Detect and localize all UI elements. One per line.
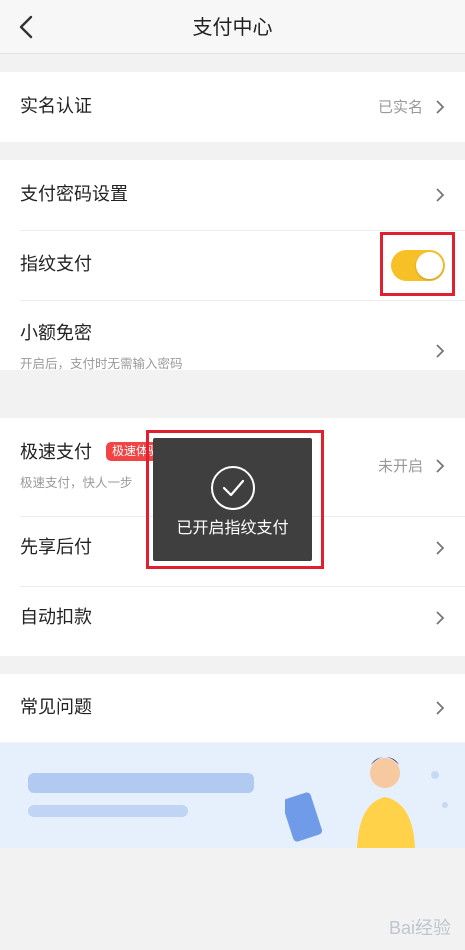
fast-pay-label: 极速支付 (20, 442, 92, 463)
page-title: 支付中心 (192, 15, 273, 39)
navigation-bar: 支付中心 (0, 0, 465, 54)
chevron-right-icon (436, 459, 445, 473)
small-free-description: 开启后，支付时无需输入密码 (20, 356, 183, 371)
enjoy-first-label: 先享后付 (20, 537, 92, 558)
auto-deduct-label: 自动扣款 (20, 607, 92, 628)
realname-label: 实名认证 (20, 96, 92, 117)
realname-row[interactable]: 实名认证 已实名 (0, 72, 465, 142)
watermark: Bai经验 (388, 918, 451, 938)
faq-row[interactable]: 常见问题 (0, 674, 465, 742)
password-setting-row[interactable]: 支付密码设置 (0, 160, 465, 230)
small-free-label: 小额免密 (20, 323, 92, 344)
small-free-row[interactable]: 小额免密 开启后，支付时无需输入密码 (0, 300, 465, 371)
faq-section: 常见问题 (0, 674, 465, 742)
promo-banner[interactable] (0, 743, 465, 848)
banner-title-blur (28, 773, 254, 793)
auto-deduct-row[interactable]: 自动扣款 (0, 586, 465, 656)
chevron-right-icon (436, 701, 445, 715)
banner-subtitle-blur (28, 805, 188, 817)
realname-status: 已实名 (377, 98, 423, 116)
chevron-right-icon (436, 100, 445, 114)
chevron-right-icon (436, 611, 445, 625)
realname-section: 实名认证 已实名 (0, 72, 465, 142)
fingerprint-pay-label: 指纹支付 (20, 254, 92, 275)
fast-pay-status: 未开启 (377, 457, 423, 475)
toast-highlight-box (146, 430, 324, 569)
chevron-right-icon (436, 188, 445, 202)
fast-pay-description: 极速支付，快人一步 (20, 475, 133, 490)
chevron-right-icon (436, 344, 445, 358)
toggle-highlight-box (380, 232, 455, 296)
password-setting-label: 支付密码设置 (20, 184, 128, 205)
chevron-right-icon (436, 541, 445, 555)
faq-label: 常见问题 (20, 697, 92, 718)
person-illustration-icon (285, 757, 448, 848)
